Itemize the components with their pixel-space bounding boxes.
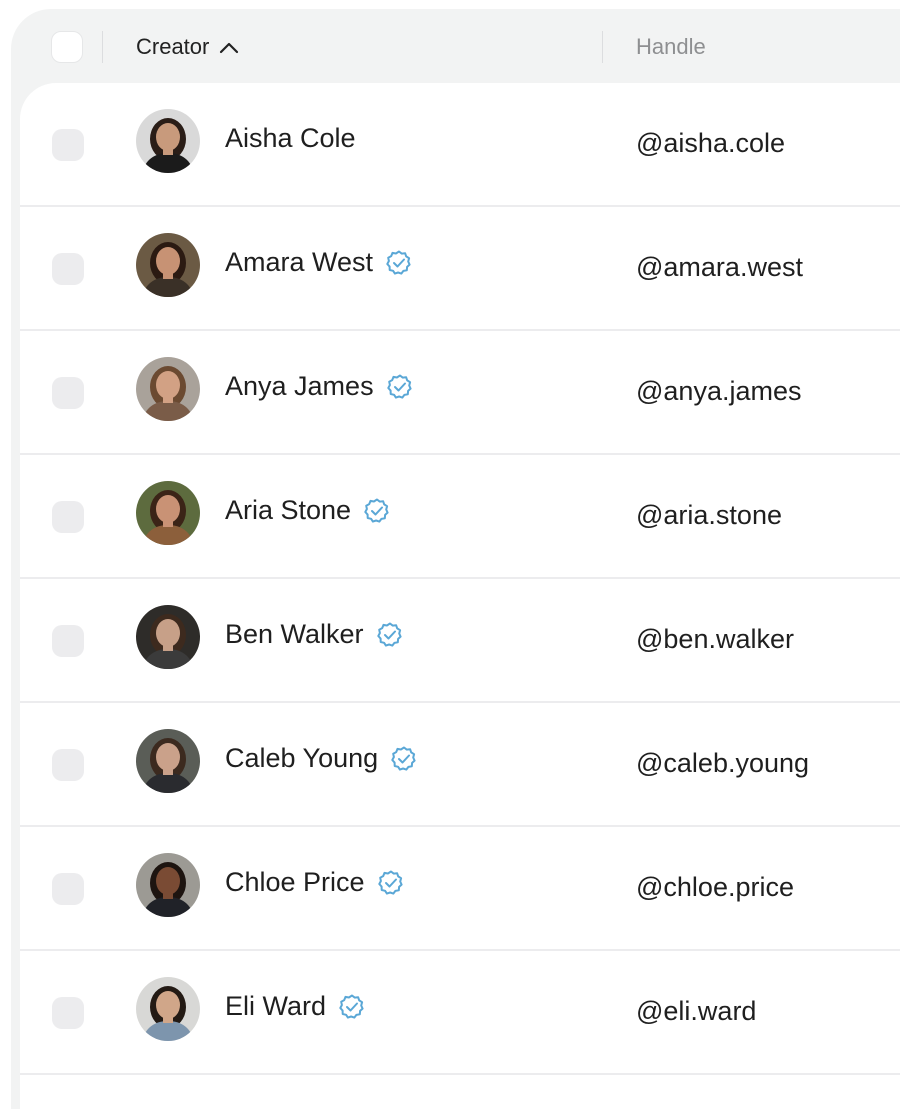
avatar-icon [136, 977, 200, 1041]
creator-handle[interactable]: @aisha.cole [636, 128, 785, 159]
avatar [136, 109, 200, 173]
creator-cell: Ben Walker [225, 619, 404, 650]
verified-badge-icon [377, 870, 403, 895]
creator-name[interactable]: Ben Walker [225, 619, 364, 650]
select-all-checkbox[interactable] [51, 31, 83, 63]
row-checkbox[interactable] [52, 129, 84, 161]
creator-cell: Aria Stone [225, 495, 391, 526]
creator-handle[interactable]: @aria.stone [636, 500, 782, 531]
handle-column-header[interactable]: Handle [636, 34, 706, 60]
avatar-icon [136, 729, 200, 793]
table-row[interactable]: Caleb Young @caleb.young [20, 703, 900, 827]
chevron-up-icon [220, 42, 239, 54]
row-checkbox[interactable] [52, 749, 84, 781]
row-checkbox[interactable] [52, 873, 84, 905]
table-row[interactable]: Chloe Price @chloe.price [20, 827, 900, 951]
avatar [136, 977, 200, 1041]
avatar [136, 853, 200, 917]
creator-cell: Anya James [225, 371, 414, 402]
table-row[interactable]: Aria Stone @aria.stone [20, 455, 900, 579]
row-checkbox[interactable] [52, 625, 84, 657]
creator-name[interactable]: Aisha Cole [225, 123, 356, 154]
avatar [136, 481, 200, 545]
creator-handle[interactable]: @amara.west [636, 252, 803, 283]
avatar [136, 233, 200, 297]
creators-table: Creator Handle Aisha Cole @aisha.cole Am… [11, 9, 900, 1109]
table-row[interactable]: Amara West @amara.west [20, 207, 900, 331]
row-checkbox[interactable] [52, 253, 84, 285]
row-checkbox[interactable] [52, 377, 84, 409]
avatar [136, 357, 200, 421]
table-row[interactable]: Eli Ward @eli.ward [20, 951, 900, 1075]
table-body: Aisha Cole @aisha.cole Amara West @amara… [20, 83, 900, 1109]
avatar-icon [136, 233, 200, 297]
creator-name[interactable]: Anya James [225, 371, 374, 402]
creator-column-header[interactable]: Creator [136, 34, 239, 60]
creator-cell: Amara West [225, 247, 413, 278]
creator-name[interactable]: Caleb Young [225, 743, 378, 774]
verified-badge-icon [376, 622, 402, 647]
avatar-icon [136, 357, 200, 421]
creator-name[interactable]: Aria Stone [225, 495, 351, 526]
avatar-icon [136, 853, 200, 917]
verified-badge-icon [386, 374, 412, 399]
creator-cell: Caleb Young [225, 743, 418, 774]
creator-name[interactable]: Chloe Price [225, 867, 365, 898]
avatar-icon [136, 481, 200, 545]
creator-handle[interactable]: @anya.james [636, 376, 801, 407]
column-divider [102, 31, 103, 63]
verified-badge-icon [386, 250, 411, 275]
row-checkbox[interactable] [52, 997, 84, 1029]
table-row[interactable]: Anya James @anya.james [20, 331, 900, 455]
creator-name[interactable]: Amara West [225, 247, 373, 278]
avatar [136, 605, 200, 669]
avatar-icon [136, 109, 200, 173]
verified-badge-icon [339, 994, 364, 1019]
creator-cell: Aisha Cole [225, 123, 356, 154]
table-header: Creator Handle [11, 9, 900, 83]
creator-cell: Eli Ward [225, 991, 366, 1022]
verified-badge-icon [364, 498, 389, 523]
column-divider [602, 31, 603, 63]
select-all-cell [51, 31, 85, 65]
creator-handle[interactable]: @eli.ward [636, 996, 756, 1027]
creator-handle[interactable]: @ben.walker [636, 624, 794, 655]
verified-badge-icon [391, 746, 416, 771]
avatar-icon [136, 605, 200, 669]
creator-column-label: Creator [136, 34, 210, 59]
table-row[interactable]: Aisha Cole @aisha.cole [20, 83, 900, 207]
creator-handle[interactable]: @caleb.young [636, 748, 809, 779]
creator-name[interactable]: Eli Ward [225, 991, 326, 1022]
creator-handle[interactable]: @chloe.price [636, 872, 794, 903]
creator-cell: Chloe Price [225, 867, 405, 898]
avatar [136, 729, 200, 793]
row-checkbox[interactable] [52, 501, 84, 533]
table-row[interactable]: Ben Walker @ben.walker [20, 579, 900, 703]
